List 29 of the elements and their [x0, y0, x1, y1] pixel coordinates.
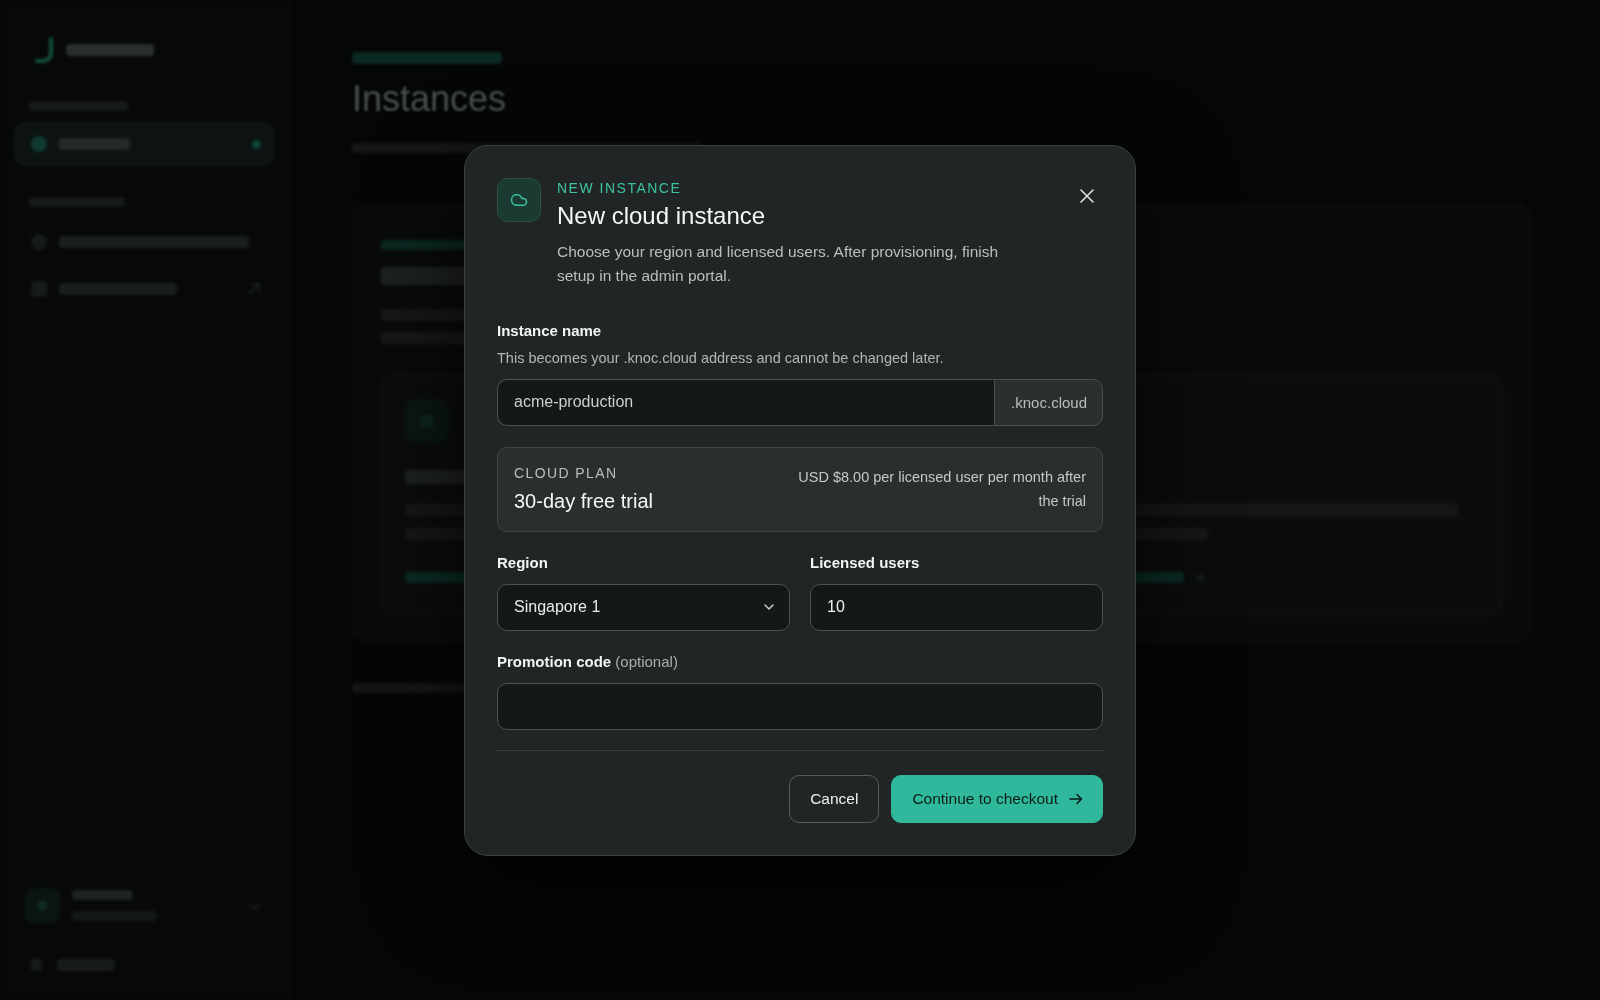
region-select[interactable]: Singapore 1 [497, 583, 790, 631]
avatar-icon [25, 888, 60, 923]
field-label: Promotion code (optional) [497, 651, 678, 672]
promotion-code-field[interactable] [497, 682, 1103, 730]
dialog-title: New cloud instance [557, 200, 766, 231]
price-note: USD $8.00 per licensed user per month after the trial [797, 468, 1086, 511]
chevron-down-icon [763, 601, 775, 613]
cancel-button[interactable]: Cancel [789, 774, 880, 823]
continue-button[interactable]: Continue to checkout [891, 774, 1103, 823]
close-icon [1080, 188, 1094, 203]
field-hint: This becomes your .knoc.cloud address and cannot be changed later. [497, 348, 944, 368]
status-dot-icon [252, 139, 261, 149]
field-label: Instance name [497, 320, 602, 341]
dialog-description: Choose your region and licensed users. After provisioning, finish setup in the admin portal. [557, 241, 1000, 286]
cloud-icon [497, 177, 541, 222]
blurred-text-line [59, 138, 130, 150]
licensed-users-field[interactable]: 10 [810, 583, 1103, 631]
plan-name: 30-day free trial [514, 488, 653, 514]
page-title: Instances [352, 77, 507, 121]
blurred-text-line [72, 890, 133, 900]
dialog-eyebrow: NEW INSTANCE [557, 178, 682, 197]
field-label: Region [497, 552, 548, 573]
nav-item[interactable] [15, 122, 274, 166]
blurred-icon [30, 135, 48, 153]
blurred-icon [405, 399, 449, 443]
field-label: Licensed users [810, 552, 920, 573]
domain-suffix: .knoc.cloud [994, 378, 1103, 426]
instance-name-field[interactable]: acme-production [497, 378, 995, 426]
plan-label: CLOUD PLAN [514, 463, 618, 482]
